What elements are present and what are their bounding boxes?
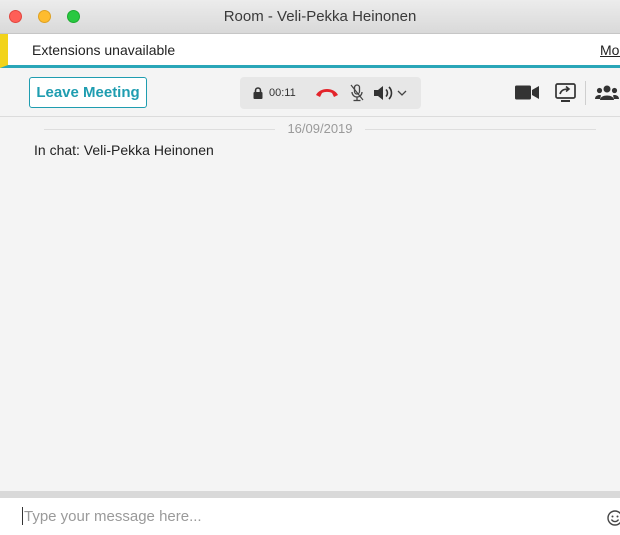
speaker-icon[interactable] [373, 77, 395, 109]
chat-message: In chat: Veli-Pekka Heinonen [34, 142, 214, 158]
call-timer: 00:11 [269, 87, 296, 99]
window-title: Room - Veli-Pekka Heinonen [223, 8, 417, 25]
participants-icon[interactable] [595, 85, 619, 101]
toolbar-divider [585, 81, 586, 105]
lock-icon [253, 77, 263, 109]
microphone-icon[interactable] [350, 77, 364, 109]
meeting-toolbar: Leave Meeting 00:11 [0, 68, 620, 117]
screen-share-icon[interactable] [555, 83, 576, 103]
message-composer [0, 498, 620, 535]
composer-divider [0, 491, 620, 498]
leave-meeting-button[interactable]: Leave Meeting [29, 77, 147, 108]
banner-text: Extensions unavailable [32, 42, 176, 58]
extensions-banner: Extensions unavailable Mor [0, 34, 620, 68]
chat-area[interactable]: 16/09/2019 In chat: Veli-Pekka Heinonen [0, 117, 620, 491]
message-input[interactable] [24, 504, 584, 528]
window-titlebar: Room - Veli-Pekka Heinonen [0, 0, 620, 34]
banner-more-link[interactable]: Mor [600, 42, 620, 58]
date-label: 16/09/2019 [275, 121, 365, 136]
hang-up-icon[interactable] [315, 77, 339, 109]
date-separator: 16/09/2019 [44, 121, 596, 137]
call-controls: 00:11 [240, 77, 421, 109]
text-caret [22, 507, 23, 525]
chevron-down-icon[interactable] [397, 77, 407, 109]
video-camera-icon[interactable] [515, 85, 540, 100]
emoji-icon[interactable] [607, 510, 620, 531]
